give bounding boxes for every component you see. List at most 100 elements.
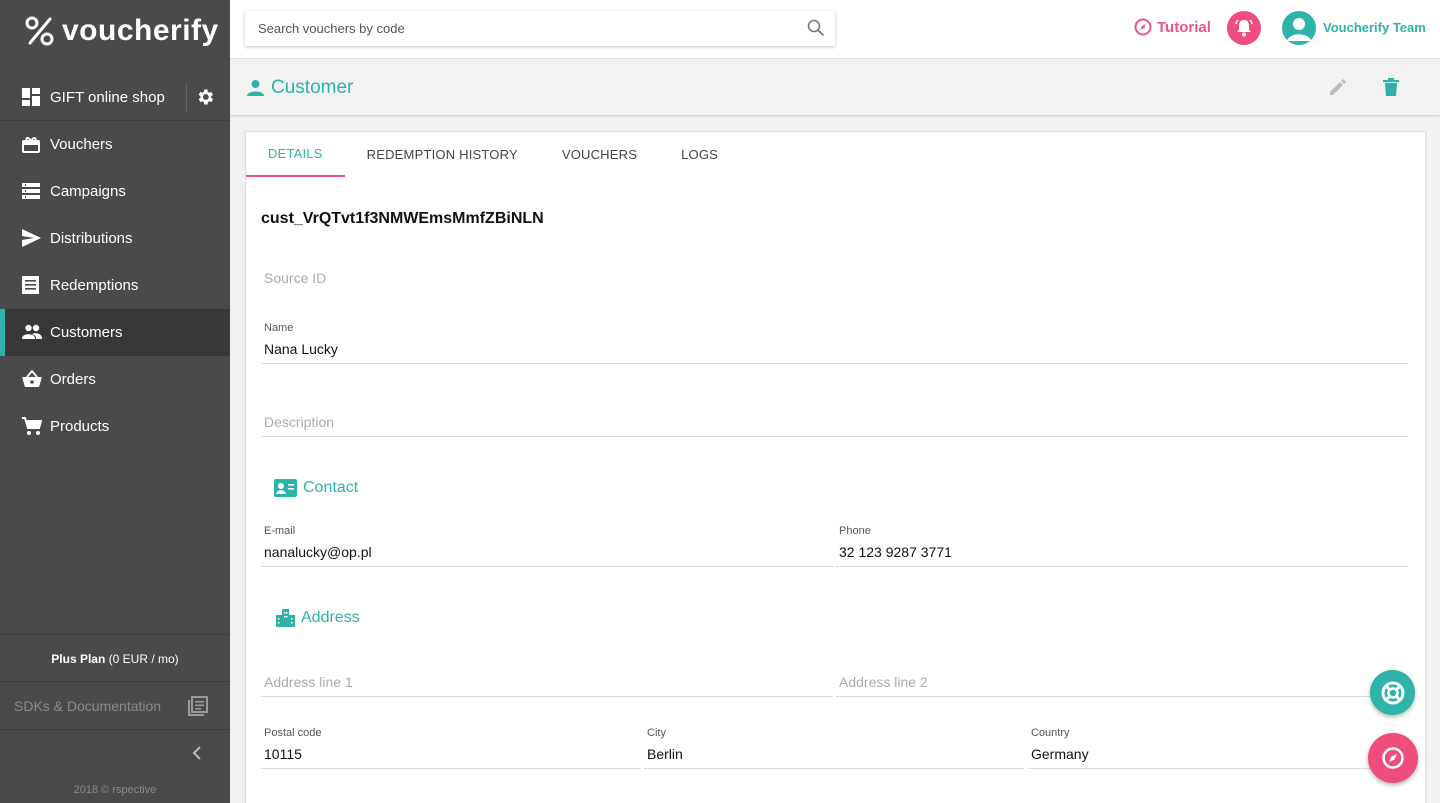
percent-logo-icon — [25, 16, 54, 46]
compass-icon — [1382, 747, 1404, 769]
sidebar-item-customers[interactable]: Customers — [0, 309, 230, 356]
country-field[interactable]: Country Germany — [1028, 727, 1408, 770]
address-line-1-field[interactable]: Address line 1 — [261, 674, 833, 698]
compass-icon — [1134, 18, 1152, 36]
sidebar: voucherify GIFT online shop Vouchers Cam… — [0, 0, 230, 803]
help-button[interactable] — [1370, 670, 1415, 715]
country-label: Country — [1031, 727, 1070, 739]
customer-id: cust_VrQTvt1f3NMWEmsMmfZBiNLN — [261, 210, 544, 227]
delete-button[interactable] — [1383, 78, 1399, 101]
avatar[interactable] — [1282, 11, 1316, 45]
sidebar-item-label: Orders — [50, 371, 96, 388]
city-icon — [276, 609, 295, 627]
basket-icon — [22, 369, 42, 393]
tutorial-button[interactable]: Tutorial — [1134, 18, 1211, 36]
logo-text: voucherify — [62, 14, 219, 47]
cart-icon — [22, 417, 43, 441]
pencil-icon — [1330, 79, 1346, 95]
underline — [261, 436, 1408, 437]
top-bar: Tutorial Voucherify Team — [230, 0, 1440, 59]
sidebar-item-label: Customers — [50, 324, 123, 341]
underline — [261, 768, 641, 769]
page-title: Customer — [271, 77, 354, 98]
people-icon — [22, 323, 42, 346]
sidebar-item-distributions[interactable]: Distributions — [0, 215, 230, 262]
city-label: City — [647, 727, 666, 739]
shop-name: GIFT online shop — [50, 89, 165, 106]
phone-value: 32 123 9287 3771 — [839, 544, 952, 560]
sidebar-item-orders[interactable]: Orders — [0, 356, 230, 403]
postal-code-value: 10115 — [264, 746, 302, 762]
description-field[interactable]: Description — [261, 414, 1408, 438]
shop-selector[interactable]: GIFT online shop — [0, 74, 230, 121]
sidebar-nav: Vouchers Campaigns Distributions Redempt… — [0, 121, 230, 450]
notifications-button[interactable] — [1227, 11, 1261, 45]
source-id-field[interactable]: Source ID — [261, 270, 1408, 294]
search-input[interactable] — [245, 11, 795, 46]
lifebuoy-icon — [1381, 681, 1404, 704]
gear-icon[interactable] — [195, 87, 215, 112]
email-value: nanalucky@op.pl — [264, 544, 372, 560]
sidebar-item-label: Redemptions — [50, 277, 139, 294]
source-id-placeholder: Source ID — [264, 270, 327, 286]
sidebar-item-label: Distributions — [50, 230, 133, 247]
underline — [261, 363, 1408, 364]
phone-field[interactable]: Phone 32 123 9287 3771 — [836, 525, 1408, 568]
trash-icon — [1383, 78, 1399, 96]
underline — [261, 696, 833, 697]
address-line-2-placeholder: Address line 2 — [839, 674, 928, 690]
search-box — [245, 11, 835, 46]
phone-label: Phone — [839, 525, 871, 537]
divider — [186, 84, 187, 112]
tab-logs[interactable]: LOGS — [659, 132, 740, 177]
gift-icon — [22, 135, 40, 158]
plan-name: Plus Plan — [51, 652, 106, 666]
copyright: 2018 © rspective — [73, 784, 157, 796]
sidebar-item-label: Campaigns — [50, 183, 126, 200]
address-line-1-placeholder: Address line 1 — [264, 674, 353, 690]
search-icon[interactable] — [807, 19, 825, 42]
customer-card: DETAILS REDEMPTION HISTORY VOUCHERS LOGS… — [245, 131, 1426, 803]
underline — [644, 768, 1024, 769]
collapse-sidebar-icon[interactable] — [190, 744, 204, 767]
plan-info: Plus Plan (0 EUR / mo) — [0, 634, 230, 682]
bell-icon — [1235, 19, 1253, 37]
address-title: Address — [301, 609, 360, 626]
postal-code-field[interactable]: Postal code 10115 — [261, 727, 641, 770]
name-label: Name — [264, 322, 294, 334]
plan-price: (0 EUR / mo) — [108, 652, 179, 666]
contact-card-icon — [274, 479, 297, 497]
contact-section-title: Contact — [274, 479, 358, 497]
tab-vouchers[interactable]: VOUCHERS — [540, 132, 659, 177]
email-field[interactable]: E-mail nanalucky@op.pl — [261, 525, 833, 568]
user-avatar-icon — [1287, 18, 1311, 41]
name-field[interactable]: Name Nana Lucky — [261, 322, 1408, 365]
sdk-documentation-link[interactable]: SDKs & Documentation — [0, 682, 230, 730]
city-value: Berlin — [647, 746, 683, 762]
contact-title: Contact — [303, 479, 359, 496]
sdk-label: SDKs & Documentation — [14, 698, 162, 714]
receipt-icon — [22, 276, 39, 299]
send-icon — [22, 229, 41, 252]
sidebar-item-campaigns[interactable]: Campaigns — [0, 168, 230, 215]
team-name[interactable]: Voucherify Team — [1323, 20, 1426, 35]
tab-redemption-history[interactable]: REDEMPTION HISTORY — [345, 132, 540, 177]
sidebar-item-vouchers[interactable]: Vouchers — [0, 121, 230, 168]
tab-bar: DETAILS REDEMPTION HISTORY VOUCHERS LOGS — [246, 132, 740, 177]
dashboard-icon — [22, 88, 40, 111]
tutorial-fab-button[interactable] — [1368, 733, 1418, 783]
description-placeholder: Description — [264, 414, 335, 430]
voucherify-logo[interactable]: voucherify — [24, 14, 219, 48]
sidebar-item-products[interactable]: Products — [0, 403, 230, 450]
edit-button[interactable] — [1329, 78, 1347, 101]
address-line-2-field[interactable]: Address line 2 — [836, 674, 1408, 698]
city-field[interactable]: City Berlin — [644, 727, 1024, 770]
underline — [1028, 768, 1408, 769]
underline — [836, 696, 1408, 697]
page-header: Customer — [230, 59, 1440, 116]
person-icon — [247, 79, 264, 101]
tab-details[interactable]: DETAILS — [246, 132, 345, 177]
sidebar-item-redemptions[interactable]: Redemptions — [0, 262, 230, 309]
country-value: Germany — [1031, 746, 1089, 762]
underline — [261, 566, 833, 567]
